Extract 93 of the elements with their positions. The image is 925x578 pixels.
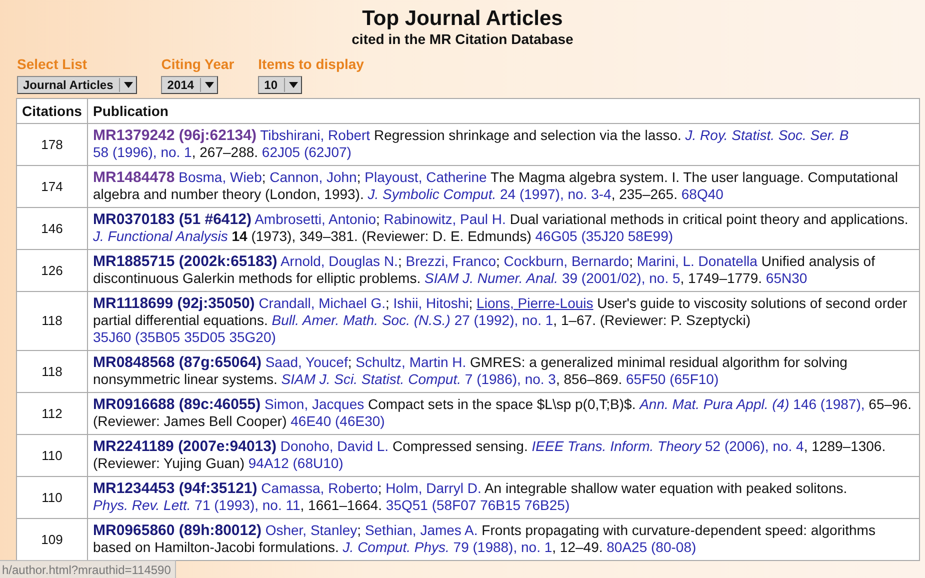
- mr-number-link[interactable]: MR1234453 (94f:35121): [93, 480, 258, 497]
- issue-link[interactable]: 24 (1997), no. 3-4: [500, 186, 612, 202]
- author-link[interactable]: Marini, L. Donatella: [636, 253, 758, 269]
- author-link[interactable]: Osher, Stanley: [265, 522, 358, 538]
- mr-number-link[interactable]: MR0916688 (89c:46055): [93, 396, 261, 413]
- author-link[interactable]: Simon, Jacques: [264, 396, 364, 412]
- author-link[interactable]: Playoust, Catherine: [364, 169, 487, 185]
- mr-number-link[interactable]: MR1379242 (96j:62134): [93, 127, 256, 144]
- author-link[interactable]: Sethian, James A.: [364, 522, 478, 538]
- author-link[interactable]: Cannon, John: [270, 169, 357, 185]
- dropdown[interactable]: 10: [258, 76, 302, 94]
- classification-link[interactable]: 35J60 (35B05 35D05 35G20): [93, 329, 276, 345]
- issue-link[interactable]: 146 (1987),: [793, 396, 865, 412]
- publication-entry: MR0370183 (51 #6412) Ambrosetti, Antonio; Rabinowitz, Paul H. Dual variational methods in critical point theory and applications. J. Functional Analysis 14 (1973), 349–381. (Reviewer: D. E. Edmunds) 46G05 (35J20 58E99): [93, 211, 910, 245]
- author-link[interactable]: Bosma, Wieb: [178, 169, 262, 185]
- mr-number-link[interactable]: MR1484478: [93, 169, 175, 186]
- dropdown[interactable]: 2014: [161, 76, 218, 94]
- mr-number-link[interactable]: MR0370183 (51 #6412): [93, 211, 252, 228]
- author-link[interactable]: Saad, Youcef: [265, 354, 348, 370]
- author-link[interactable]: Brezzi, Franco: [406, 253, 496, 269]
- caret-icon: [204, 82, 214, 88]
- citation-count: 112: [16, 392, 88, 434]
- classification-link[interactable]: 65N30: [766, 270, 808, 286]
- publication-entry: MR0965860 (89h:80012) Osher, Stanley; Sethian, James A. Fronts propagating with curvature-dependent speed: algorithms based on Hamilton-Jacobi formulations. J. Comput. Phys. 79 (1988), no. 1, 12–49. 80A25 (80-08): [93, 522, 876, 556]
- publication-entry: MR0848568 (87g:65064) Saad, Youcef; Schultz, Martin H. GMRES: a generalized minimal residual algorithm for solving nonsymmetric linear systems. SIAM J. Sci. Statist. Comput. 7 (1986), no. 3, 856–869. 65F50 (65F10): [93, 354, 848, 388]
- publication-entry: MR1484478 Bosma, Wieb; Cannon, John; Playoust, Catherine The Magma algebra system. I. The user language. Computational algebra and number theory (London, 1993). J. Symbolic Comput. 24 (1997), no. 3-4, 235–265. 68Q40: [93, 169, 899, 203]
- author-link[interactable]: Camassa, Roberto: [261, 480, 378, 496]
- journal-link[interactable]: Ann. Mat. Pura Appl. (4): [640, 396, 790, 412]
- citation-count: 118: [16, 350, 88, 392]
- publication-entry: MR2241189 (2007e:94013) Donoho, David L. Compressed sensing. IEEE Trans. Inform. Theory 52 (2006), no. 4, 1289–1306. (Reviewer: Yujing Guan) 94A12 (68U10): [93, 438, 887, 472]
- author-link[interactable]: Crandall, Michael G.: [258, 295, 386, 311]
- author-link[interactable]: Tibshirani, Robert: [260, 127, 370, 143]
- mr-number-link[interactable]: MR0848568 (87g:65064): [93, 354, 262, 371]
- author-link[interactable]: Arnold, Douglas N.: [280, 253, 398, 269]
- author-link[interactable]: Ishii, Hitoshi: [393, 295, 469, 311]
- mr-number-link[interactable]: MR1118699 (92j:35050): [93, 295, 255, 312]
- mr-number-link[interactable]: MR1885715 (2002k:65183): [93, 253, 278, 270]
- journal-link[interactable]: J. Symbolic Comput.: [368, 186, 496, 202]
- mr-number-link[interactable]: MR2241189 (2007e:94013): [93, 438, 276, 455]
- classification-link[interactable]: 46E40 (46E30): [290, 413, 385, 429]
- journal-link[interactable]: Bull. Amer. Math. Soc. (N.S.): [272, 312, 450, 328]
- journal-link[interactable]: SIAM J. Numer. Anal.: [424, 270, 558, 286]
- caret-icon: [288, 82, 298, 88]
- journal-link[interactable]: J. Roy. Statist. Soc. Ser. B: [685, 127, 849, 143]
- control-label: Select List: [17, 56, 88, 72]
- issue-link[interactable]: 58 (1996), no. 1: [93, 144, 192, 160]
- journal-link[interactable]: IEEE Trans. Inform. Theory: [532, 438, 702, 454]
- author-link[interactable]: Lions, Pierre-Louis: [476, 295, 594, 311]
- citation-count: 110: [16, 434, 88, 476]
- page-title: Top Journal Articles: [362, 7, 563, 31]
- publication-entry: MR1118699 (92j:35050) Crandall, Michael G.; Ishii, Hitoshi; Lions, Pierre-Louis User's guide to viscosity solutions of second order partial differential equations. Bull. Amer. Math. Soc. (N.S.) 27 (1992), no. 1, 1–67. (Reviewer: P. Szeptycki) 35J60 (35B05 35D05 35G20): [93, 295, 908, 346]
- citation-count: 178: [16, 124, 88, 166]
- classification-link[interactable]: 46G05 (35J20 58E99): [535, 228, 674, 244]
- author-link[interactable]: Cockburn, Bernardo: [504, 253, 630, 269]
- citation-count: 118: [16, 292, 88, 350]
- author-link[interactable]: Donoho, David L.: [280, 438, 389, 454]
- classification-link[interactable]: 94A12 (68U10): [248, 455, 344, 471]
- mr-number-link[interactable]: MR0965860 (89h:80012): [93, 522, 262, 539]
- citation-count: 146: [16, 208, 88, 250]
- author-link[interactable]: Ambrosetti, Antonio: [254, 211, 376, 227]
- issue-link[interactable]: 7 (1986), no. 3: [464, 371, 556, 387]
- classification-link[interactable]: 65F50 (65F10): [626, 371, 719, 387]
- issue-link[interactable]: 52 (2006), no. 4: [705, 438, 804, 454]
- journal-link[interactable]: SIAM J. Sci. Statist. Comput.: [281, 371, 461, 387]
- column-header: Citations: [16, 98, 88, 124]
- author-link[interactable]: Rabinowitz, Paul H.: [384, 211, 506, 227]
- author-link[interactable]: Schultz, Martin H.: [356, 354, 466, 370]
- journal-link[interactable]: J. Functional Analysis: [93, 228, 228, 244]
- classification-link[interactable]: 35Q51 (58F07 76B15 76B25): [386, 497, 570, 513]
- publication-entry: MR0916688 (89c:46055) Simon, Jacques Compact sets in the space $L\sp p(0,T;B)$. Ann. Mat. Pura Appl. (4) 146 (1987), 65–96. (Reviewer: James Bell Cooper) 46E40 (46E30): [93, 396, 912, 430]
- journal-link[interactable]: Phys. Rev. Lett.: [93, 497, 191, 513]
- author-link[interactable]: Holm, Darryl D.: [386, 480, 482, 496]
- citation-count: 126: [16, 250, 88, 292]
- dropdown[interactable]: Journal Articles: [17, 76, 138, 94]
- classification-link[interactable]: 68Q40: [681, 186, 724, 202]
- issue-link[interactable]: 39 (2001/02), no. 5: [562, 270, 680, 286]
- control-label: Citing Year: [161, 56, 234, 72]
- publication-entry: MR1379242 (96j:62134) Tibshirani, Robert Regression shrinkage and selection via the lasso. J. Roy. Statist. Soc. Ser. B 58 (1996), no. 1, 267–288. 62J05 (62J07): [93, 127, 850, 161]
- journal-link[interactable]: J. Comput. Phys.: [342, 539, 450, 555]
- issue-link[interactable]: 71 (1993), no. 11: [194, 497, 300, 513]
- citation-count: 110: [16, 476, 88, 518]
- publication-entry: MR1885715 (2002k:65183) Arnold, Douglas N.; Brezzi, Franco; Cockburn, Bernardo; Marini, L. Donatella Unified analysis of discontinuous Galerkin methods for elliptic problems. SIAM J. Numer. Anal. 39 (2001/02), no. 5, 1749–1779. 65N30: [93, 253, 876, 287]
- column-header: Publication: [88, 98, 920, 124]
- caret-icon: [124, 82, 134, 88]
- status-bar-url: h/author.html?mrauthid=114590: [0, 560, 176, 578]
- citation-count: 174: [16, 166, 88, 208]
- page-subtitle: cited in the MR Citation Database: [352, 31, 574, 47]
- classification-link[interactable]: 80A25 (80-08): [606, 539, 696, 555]
- issue-link[interactable]: 79 (1988), no. 1: [453, 539, 552, 555]
- issue-link[interactable]: 27 (1992), no. 1: [454, 312, 554, 328]
- publication-entry: MR1234453 (94f:35121) Camassa, Roberto; Holm, Darryl D. An integrable shallow water equation with peaked solitons. Phys. Rev. Lett. 71 (1993), no. 11, 1661–1664. 35Q51 (58F07 76B15 76B25): [93, 480, 848, 514]
- classification-link[interactable]: 62J05 (62J07): [262, 144, 352, 160]
- control-label: Items to display: [258, 56, 364, 72]
